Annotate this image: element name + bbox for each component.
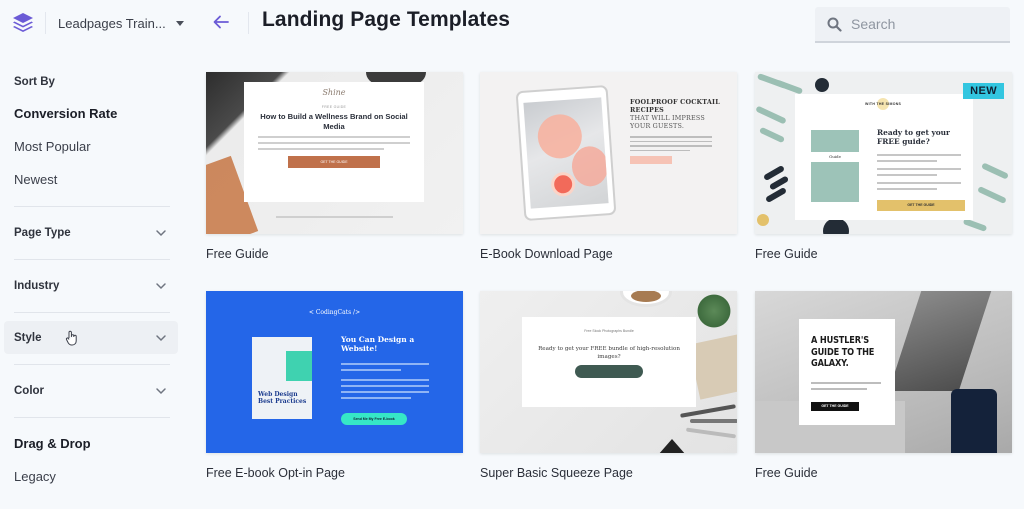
arrow-left-icon <box>213 15 229 29</box>
preview-text-line <box>258 136 410 138</box>
preview-headline: Ready to get your FREE guide? <box>877 128 950 146</box>
preview-panel: A HUSTLER'S GUIDE TO THE GALAXY. GET THE G… <box>799 319 895 425</box>
template-thumbnail[interactable]: Free Stock Photographs Bundle Ready to g… <box>480 291 737 453</box>
template-card[interactable]: Free Stock Photographs Bundle Ready to g… <box>480 291 737 480</box>
template-card[interactable]: WITH THE SIMONS Guide Ready to get your F… <box>755 72 1012 261</box>
preview-panel: Free Stock Photographs Bundle Ready to g… <box>522 317 696 407</box>
sort-by-label: Sort By <box>14 76 55 88</box>
preview-book: Web Design Best Practices <box>252 337 312 419</box>
preview-headline: How to Build a Wellness Brand on Social … <box>260 112 408 131</box>
preview-panel: Shine FREE GUIDE How to Build a Wellness… <box>244 82 424 202</box>
search-input[interactable] <box>851 16 991 32</box>
preview-tablet-image <box>515 84 617 222</box>
hand-cursor-icon <box>65 330 77 346</box>
template-thumbnail[interactable]: Shine FREE GUIDE How to Build a Wellness… <box>206 72 463 234</box>
template-name[interactable]: Free Guide <box>755 247 1012 261</box>
preview-subheadline: THAT WILL IMPRESS YOUR GUESTS. <box>630 114 705 130</box>
editor-legacy[interactable]: Legacy <box>14 469 56 484</box>
preview-button: GET THE GUIDE <box>811 402 859 411</box>
template-name[interactable]: Free Guide <box>206 247 463 261</box>
back-button[interactable] <box>208 10 234 34</box>
template-thumbnail[interactable]: FOOLPROOF COCKTAIL RECIPES THAT WILL IMP… <box>480 72 737 234</box>
sort-conversion-rate[interactable]: Conversion Rate <box>14 106 117 121</box>
filter-label: Color <box>14 384 45 397</box>
filter-label: Style <box>14 331 42 344</box>
preview-text-line <box>258 142 410 144</box>
filter-industry[interactable]: Industry <box>4 269 178 302</box>
preview-book: Guide <box>811 130 859 202</box>
template-name[interactable]: E-Book Download Page <box>480 247 737 261</box>
filter-page-type[interactable]: Page Type <box>4 216 178 249</box>
filter-color[interactable]: Color <box>4 374 178 407</box>
search-box[interactable] <box>815 7 1010 43</box>
preview-headline: FOOLPROOF COCKTAIL RECIPES <box>630 98 720 114</box>
header-divider <box>45 12 46 34</box>
sidebar-divider <box>14 417 170 418</box>
chevron-down-icon <box>156 334 166 341</box>
filter-label: Industry <box>14 279 60 292</box>
sidebar-divider <box>14 312 170 313</box>
template-name[interactable]: Super Basic Squeeze Page <box>480 466 737 480</box>
preview-headline: A HUSTLER'S GUIDE TO THE GALAXY. <box>811 335 875 369</box>
preview-kicker: FREE GUIDE <box>321 105 347 109</box>
title-divider <box>248 12 249 34</box>
sort-most-popular[interactable]: Most Popular <box>14 139 91 154</box>
preview-button: Send Me My Free E-book <box>341 413 407 425</box>
chevron-down-icon <box>156 229 166 236</box>
template-name[interactable]: Free Guide <box>755 466 1012 480</box>
leadpages-logo-icon[interactable] <box>10 10 36 36</box>
search-icon <box>827 17 842 32</box>
template-name[interactable]: Free E-book Opt-in Page <box>206 466 463 480</box>
preview-button <box>630 156 672 164</box>
preview-button <box>575 365 643 378</box>
preview-button: GET THE GUIDE <box>877 200 965 211</box>
template-card[interactable]: FOOLPROOF COCKTAIL RECIPES THAT WILL IMP… <box>480 72 737 261</box>
caret-down-icon <box>175 20 184 26</box>
template-thumbnail[interactable]: < CodingCats /> Web Design Best Practice… <box>206 291 463 453</box>
filter-label: Page Type <box>14 226 71 239</box>
workspace-name: Leadpages Train... <box>58 15 166 31</box>
preview-footer <box>276 216 393 218</box>
sidebar-divider <box>14 259 170 260</box>
page-title: Landing Page Templates <box>262 8 511 31</box>
preview-headline: You Can Design a Website! <box>341 335 415 353</box>
template-card[interactable]: Shine FREE GUIDE How to Build a Wellness… <box>206 72 463 261</box>
preview-text-line <box>258 148 384 150</box>
preview-text: FOOLPROOF COCKTAIL RECIPES THAT WILL IMP… <box>630 98 720 164</box>
preview-brand: Shine <box>322 88 346 97</box>
chevron-down-icon <box>156 387 166 394</box>
new-badge: NEW <box>963 83 1004 99</box>
template-card[interactable]: A HUSTLER'S GUIDE TO THE GALAXY. GET THE G… <box>755 291 1012 480</box>
preview-button: GET THE GUIDE <box>288 156 380 168</box>
preview-book-title: Guide <box>811 152 859 162</box>
sort-newest[interactable]: Newest <box>14 172 57 187</box>
template-thumbnail[interactable]: WITH THE SIMONS Guide Ready to get your F… <box>755 72 1012 234</box>
sidebar-divider <box>14 206 170 207</box>
preview-panel: WITH THE SIMONS Guide Ready to get your F… <box>795 94 973 220</box>
preview-headline: Ready to get your FREE bundle of high-re… <box>538 346 680 360</box>
sidebar-divider <box>14 364 170 365</box>
preview-book-title: Web Design Best Practices <box>258 391 307 405</box>
filter-style[interactable]: Style <box>4 321 178 354</box>
preview-kicker: Free Stock Photographs Bundle <box>584 329 634 333</box>
preview-brand: < CodingCats /> <box>308 309 361 316</box>
template-thumbnail[interactable]: A HUSTLER'S GUIDE TO THE GALAXY. GET THE G… <box>755 291 1012 453</box>
template-card[interactable]: < CodingCats /> Web Design Best Practice… <box>206 291 463 480</box>
chevron-down-icon <box>156 282 166 289</box>
editor-drag-and-drop[interactable]: Drag & Drop <box>14 436 91 451</box>
workspace-switcher[interactable]: Leadpages Train... <box>58 14 184 32</box>
